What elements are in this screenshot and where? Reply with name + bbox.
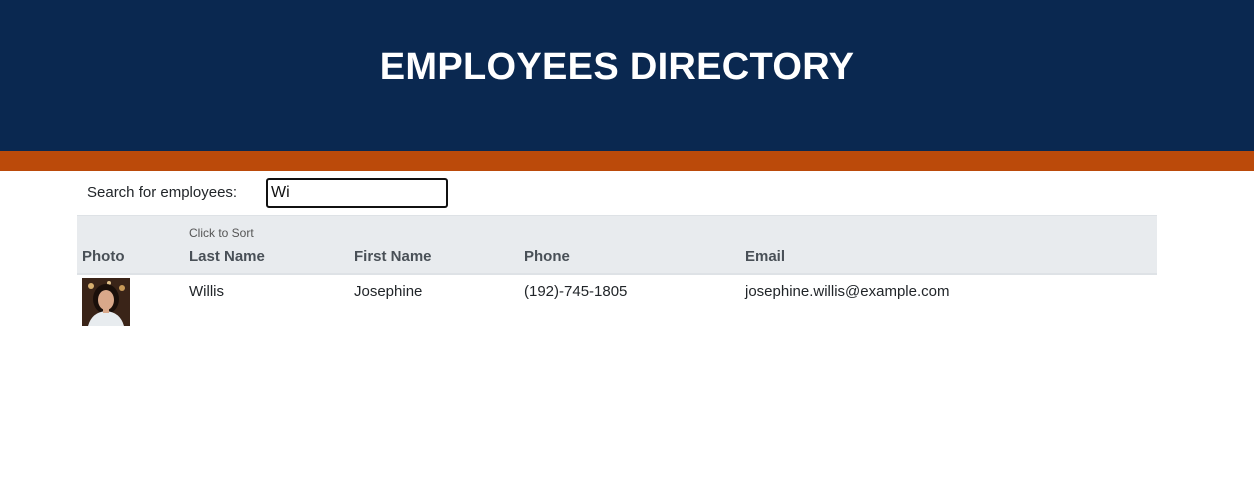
table-row: Willis Josephine (192)-745-1805 josephin… — [77, 274, 1157, 330]
column-header-phone: Phone — [524, 248, 570, 265]
column-header-photo: Photo — [82, 248, 125, 265]
cell-last-name: Willis — [189, 283, 224, 300]
accent-bar — [0, 151, 1254, 171]
cell-phone: (192)-745-1805 — [524, 283, 628, 300]
sort-hint: Click to Sort — [189, 226, 254, 240]
page-title: EMPLOYEES DIRECTORY — [379, 46, 855, 88]
employee-photo — [82, 278, 130, 326]
column-header-first-name: First Name — [354, 248, 432, 265]
table-header: Photo Click to Sort Last Name First Name… — [77, 215, 1157, 275]
column-header-email: Email — [745, 248, 786, 265]
column-header-last-name[interactable]: Last Name — [189, 248, 265, 265]
page-header: EMPLOYEES DIRECTORY — [0, 0, 1254, 151]
search-input[interactable] — [266, 178, 448, 208]
cell-email: josephine.willis@example.com — [745, 283, 950, 300]
cell-first-name: Josephine — [354, 283, 423, 300]
search-label: Search for employees: — [87, 184, 238, 201]
